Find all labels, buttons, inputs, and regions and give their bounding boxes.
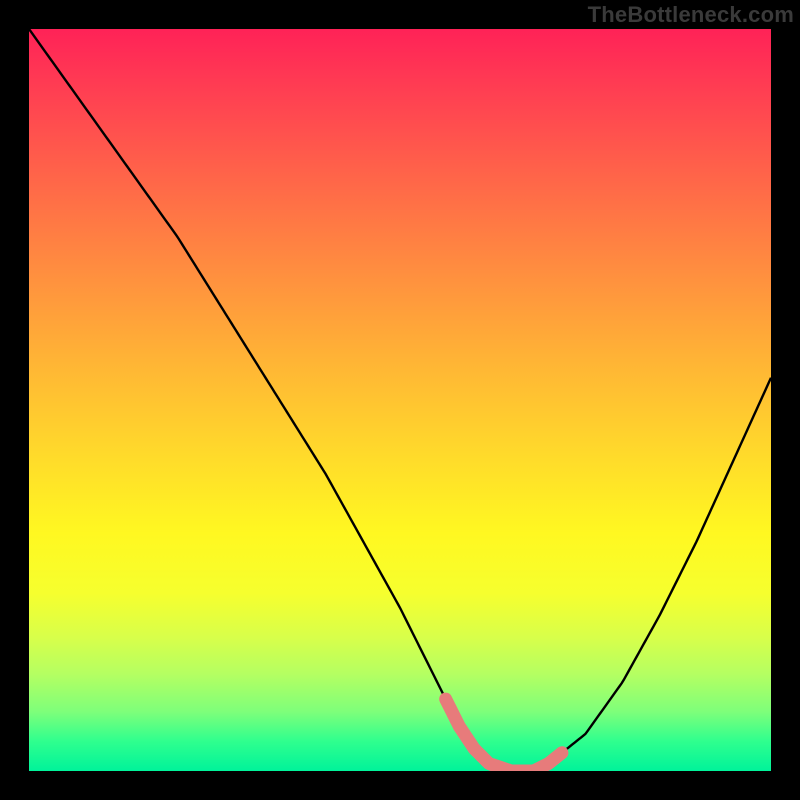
highlight-segment (446, 699, 562, 771)
bottleneck-curve (29, 29, 771, 771)
chart-container: TheBottleneck.com (0, 0, 800, 800)
watermark-text: TheBottleneck.com (588, 2, 794, 28)
plot-area (29, 29, 771, 771)
curve-overlay (29, 29, 771, 771)
